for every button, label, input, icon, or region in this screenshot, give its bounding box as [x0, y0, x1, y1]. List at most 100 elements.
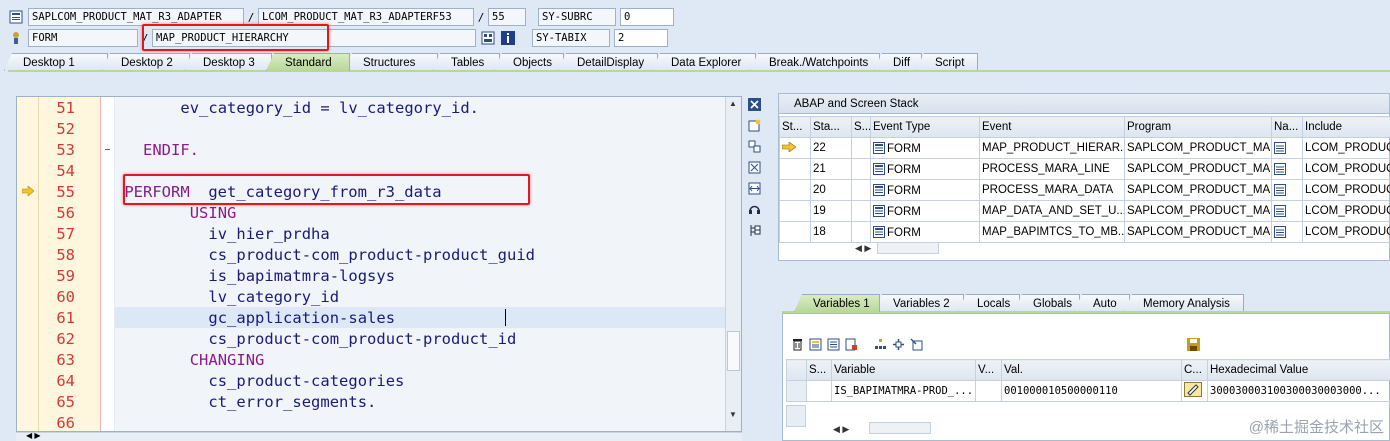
tab-desktop-2[interactable]: Desktop 2	[102, 53, 190, 71]
source-icon[interactable]	[1274, 204, 1286, 218]
stack-row[interactable]: 20 FORM PROCESS_MARA_DATA SAPLCOM_PRODUCT_M…	[779, 179, 1390, 201]
variable-column-header[interactable]: S...	[806, 359, 832, 381]
change-cell[interactable]	[1181, 380, 1208, 402]
stack-scroll-thumb[interactable]	[877, 242, 939, 254]
structure-icon[interactable]	[480, 30, 496, 46]
code-line[interactable]: cs_product-categories	[208, 371, 404, 392]
stack-column-header[interactable]: St...	[779, 116, 811, 138]
navigate-cell[interactable]	[1271, 221, 1303, 243]
editor-horizontal-scrollbar[interactable]: ◀ ▶	[16, 431, 742, 441]
save-icon[interactable]	[1187, 338, 1200, 354]
navigate-icon[interactable]	[892, 338, 905, 354]
variable-column-header[interactable]: V...	[975, 359, 1002, 381]
tab-detail-display[interactable]: DetailDisplay	[558, 53, 658, 71]
include-field[interactable]: LCOM_PRODUCT_MAT_R3_ADAPTERF53	[258, 8, 474, 26]
tree-icon[interactable]	[746, 222, 762, 238]
save-layout-icon[interactable]	[845, 338, 858, 354]
tab-variables-2[interactable]: Variables 2	[874, 294, 964, 312]
new-window-icon[interactable]	[746, 117, 762, 133]
event-field[interactable]: MAP_PRODUCT_HIERARCHY	[152, 29, 476, 47]
stack-column-header[interactable]: Na...	[1271, 116, 1303, 138]
navigate-cell[interactable]	[1271, 137, 1303, 159]
stack-column-header[interactable]: Program	[1124, 116, 1272, 138]
source-icon[interactable]	[1274, 141, 1286, 155]
code-line[interactable]: cs_product-com_product-product_id	[208, 329, 516, 350]
code-line[interactable]: lv_category_id	[208, 287, 339, 308]
code-line[interactable]: iv_hier_prdha	[208, 224, 329, 245]
tab-data-explorer[interactable]: Data Explorer	[652, 53, 756, 71]
tab-structures[interactable]: Structures	[344, 53, 438, 71]
hierarchy-icon[interactable]	[874, 338, 887, 354]
stack-row[interactable]: 19 FORM MAP_DATA_AND_SET_U... SAPLCOM_PRODU…	[779, 200, 1390, 222]
tab-tables[interactable]: Tables	[432, 53, 500, 71]
code-line[interactable]: ct_error_segments.	[208, 392, 376, 413]
variables-scroll-thumb[interactable]	[869, 422, 931, 434]
code-line[interactable]: cs_product-com_product-product_guid	[208, 245, 535, 266]
row-selector[interactable]	[786, 380, 807, 402]
code-line[interactable]: USING	[190, 203, 237, 224]
tab-script[interactable]: Script	[916, 53, 978, 71]
stack-row[interactable]: 22 FORM MAP_PRODUCT_HIERAR... SAPLCOM_PRODU…	[779, 137, 1390, 159]
tab-memory-analysis[interactable]: Memory Analysis	[1124, 294, 1244, 312]
close-icon[interactable]	[746, 96, 762, 112]
source-icon[interactable]	[1274, 162, 1286, 176]
open-object-icon[interactable]	[910, 338, 923, 354]
variable-column-header[interactable]: C...	[1181, 359, 1208, 381]
hex-value-cell[interactable]: 300030003100300030003000...	[1207, 380, 1390, 402]
fold-marker[interactable]	[105, 149, 110, 150]
headset-icon[interactable]	[746, 201, 762, 217]
pencil-icon[interactable]	[1184, 382, 1202, 400]
tab-diff[interactable]: Diff	[874, 53, 922, 71]
tab-locals[interactable]: Locals	[958, 294, 1020, 312]
variable-name-cell[interactable]: IS_BAPIMATMRA-PROD_...	[831, 380, 976, 402]
new-variable-icon[interactable]	[809, 338, 822, 354]
stack-column-header[interactable]: Event Type	[870, 116, 980, 138]
source-icon[interactable]	[1274, 183, 1286, 197]
tab-break-watchpoints[interactable]: Break./Watchpoints	[750, 53, 880, 71]
tab-desktop-3[interactable]: Desktop 3	[184, 53, 272, 71]
variable-value-cell[interactable]: 001000010500000110	[1001, 380, 1182, 402]
breakpoint-gutter[interactable]	[17, 97, 39, 431]
stack-column-header[interactable]: Sta...	[810, 116, 852, 138]
delete-icon[interactable]	[791, 338, 804, 354]
tab-desktop-1[interactable]: Desktop 1	[4, 53, 108, 71]
variables-scroll-arrows[interactable]: ◀ ▶	[833, 424, 849, 435]
stack-column-header[interactable]: S...	[851, 116, 871, 138]
event-type-field[interactable]: FORM	[28, 29, 138, 47]
code-line[interactable]: CHANGING	[190, 350, 265, 371]
info-icon[interactable]	[500, 30, 516, 46]
code-line[interactable]: ev_category_id = lv_category_id.	[180, 98, 479, 119]
tabix-value[interactable]: 2	[614, 29, 668, 47]
swap-icon[interactable]	[746, 138, 762, 154]
program-field[interactable]: SAPLCOM_PRODUCT_MAT_R3_ADAPTER	[28, 8, 244, 26]
tab-standard[interactable]: Standard	[266, 53, 350, 71]
code-line[interactable]: gc_application-sales	[208, 308, 395, 329]
stack-column-header[interactable]: Include	[1302, 116, 1390, 138]
editor-vertical-scrollbar[interactable]: ▲ ▼	[725, 97, 741, 431]
stack-scroll-arrows[interactable]: ◀ ▶	[855, 243, 871, 254]
source-icon[interactable]	[1274, 225, 1286, 239]
stack-row[interactable]: 21 FORM PROCESS_MARA_LINE SAPLCOM_PRODUCT_M…	[779, 158, 1390, 180]
variable-row[interactable]: IS_BAPIMATMRA-PROD_... 001000010500000110…	[786, 380, 1390, 402]
details-icon[interactable]	[827, 338, 840, 354]
code-line[interactable]: is_bapimatmra-logsys	[208, 266, 395, 287]
navigate-cell[interactable]	[1271, 158, 1303, 180]
source-editor[interactable]: 51 ev_category_id = lv_category_id. 52 53 EN…	[16, 96, 742, 432]
tab-objects[interactable]: Objects	[494, 53, 564, 71]
stack-column-header[interactable]: Event	[979, 116, 1125, 138]
tab-variables-1[interactable]: Variables 1	[794, 294, 880, 312]
maximize-icon[interactable]	[746, 159, 762, 175]
line-field[interactable]: 55	[488, 8, 526, 26]
code-line[interactable]: PERFORM get_category_from_r3_data	[124, 182, 441, 203]
split-icon[interactable]	[746, 180, 762, 196]
variable-column-header[interactable]: Hexadecimal Value	[1207, 359, 1390, 381]
subrc-value[interactable]: 0	[620, 8, 674, 26]
navigate-cell[interactable]	[1271, 179, 1303, 201]
navigate-cell[interactable]	[1271, 200, 1303, 222]
code-line[interactable]: ENDIF.	[143, 140, 199, 161]
tab-auto[interactable]: Auto	[1074, 294, 1130, 312]
variable-column-header[interactable]: Variable	[831, 359, 976, 381]
variable-column-header[interactable]: Val.	[1001, 359, 1182, 381]
tab-globals[interactable]: Globals	[1014, 294, 1080, 312]
stack-row[interactable]: 18 FORM MAP_BAPIMTCS_TO_MB... SAPLCOM_PRODU…	[779, 221, 1390, 243]
